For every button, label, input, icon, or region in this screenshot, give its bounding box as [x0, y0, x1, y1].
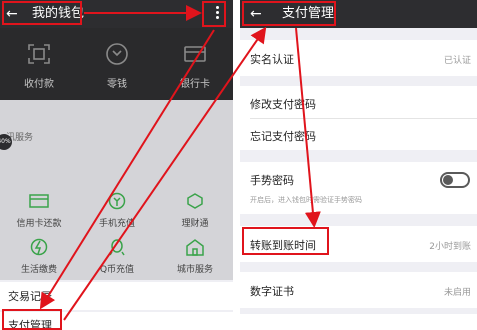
wallet-item-label: 零钱	[107, 79, 127, 90]
gesture-password-label: 手势密码	[250, 174, 294, 187]
utilities-icon	[30, 238, 48, 256]
wallet-item-label: 银行卡	[180, 79, 210, 90]
phone-topup-icon	[108, 192, 126, 210]
pay-management-screen: ← 支付管理 实名认证 已认证 修改支付密码 忘记支付密码 手势密码 开启后，进…	[240, 0, 477, 330]
password-group: 修改支付密码 忘记支付密码	[240, 86, 477, 150]
scan-pay-icon	[28, 44, 50, 64]
highlight-more-menu	[202, 1, 226, 27]
wallet-shortcuts: 收付款 零钱 银行卡	[0, 28, 233, 100]
records-label: 交易记录	[8, 290, 52, 303]
service-label: 手机充值	[98, 219, 135, 229]
wealth-icon	[187, 193, 203, 209]
highlight-pay-management	[2, 309, 62, 330]
coin-icon	[106, 43, 128, 65]
row-digital-cert[interactable]: 数字证书 未启用	[240, 272, 477, 308]
service-label: 城市服务	[176, 265, 213, 275]
gesture-password-toggle[interactable]	[440, 172, 470, 188]
realname-label: 实名认证	[250, 53, 294, 66]
bank-card-icon	[184, 46, 206, 62]
row-modify-password[interactable]: 修改支付密码	[240, 86, 477, 118]
wallet-item-change[interactable]: 零钱	[78, 28, 156, 100]
wallet-item-pay[interactable]: 收付款	[0, 28, 78, 100]
service-label: 信用卡还款	[16, 219, 62, 229]
qq-icon	[109, 239, 125, 256]
modify-password-label: 修改支付密码	[250, 98, 316, 111]
toggle-knob	[443, 175, 453, 185]
menu-item-records[interactable]: 交易记录	[0, 282, 233, 310]
service-label: 理财通	[181, 219, 209, 229]
row-realname[interactable]: 实名认证 已认证	[240, 40, 477, 76]
progress-badge: 40%	[0, 134, 12, 150]
service-label: Q币充值	[99, 265, 135, 275]
transfer-time-value: 2小时到账	[429, 242, 471, 252]
city-icon	[186, 239, 204, 256]
tutorial-screenshot: ← 我的钱包 收付款 零钱 银行卡 讯服务 0% 信用卡还款 手机充值 理财通 …	[0, 0, 477, 330]
wallet-item-bankcard[interactable]: 银行卡	[156, 28, 233, 100]
gesture-password-hint: 开启后，进入钱包时需验证手势密码	[250, 196, 362, 204]
row-gesture-password: 手势密码 开启后，进入钱包时需验证手势密码	[240, 162, 477, 214]
highlight-transfer-time	[242, 227, 329, 255]
realname-status: 已认证	[443, 56, 471, 66]
list-footer	[240, 314, 477, 330]
highlight-wallet-title	[2, 1, 82, 25]
wallet-item-label: 收付款	[24, 79, 54, 90]
digital-cert-status: 未启用	[443, 288, 471, 298]
wallet-screen: ← 我的钱包 收付款 零钱 银行卡 讯服务 0% 信用卡还款 手机充值 理财通 …	[0, 0, 233, 330]
forgot-password-label: 忘记支付密码	[250, 130, 316, 143]
highlight-pay-management-title	[242, 1, 336, 26]
credit-card-icon	[29, 194, 49, 208]
row-forgot-password[interactable]: 忘记支付密码	[240, 119, 477, 150]
services-section: 讯服务 40% 信用卡还款 手机充值 理财通	[0, 100, 233, 280]
digital-cert-label: 数字证书	[250, 285, 294, 298]
service-label: 生活缴费	[20, 265, 57, 275]
